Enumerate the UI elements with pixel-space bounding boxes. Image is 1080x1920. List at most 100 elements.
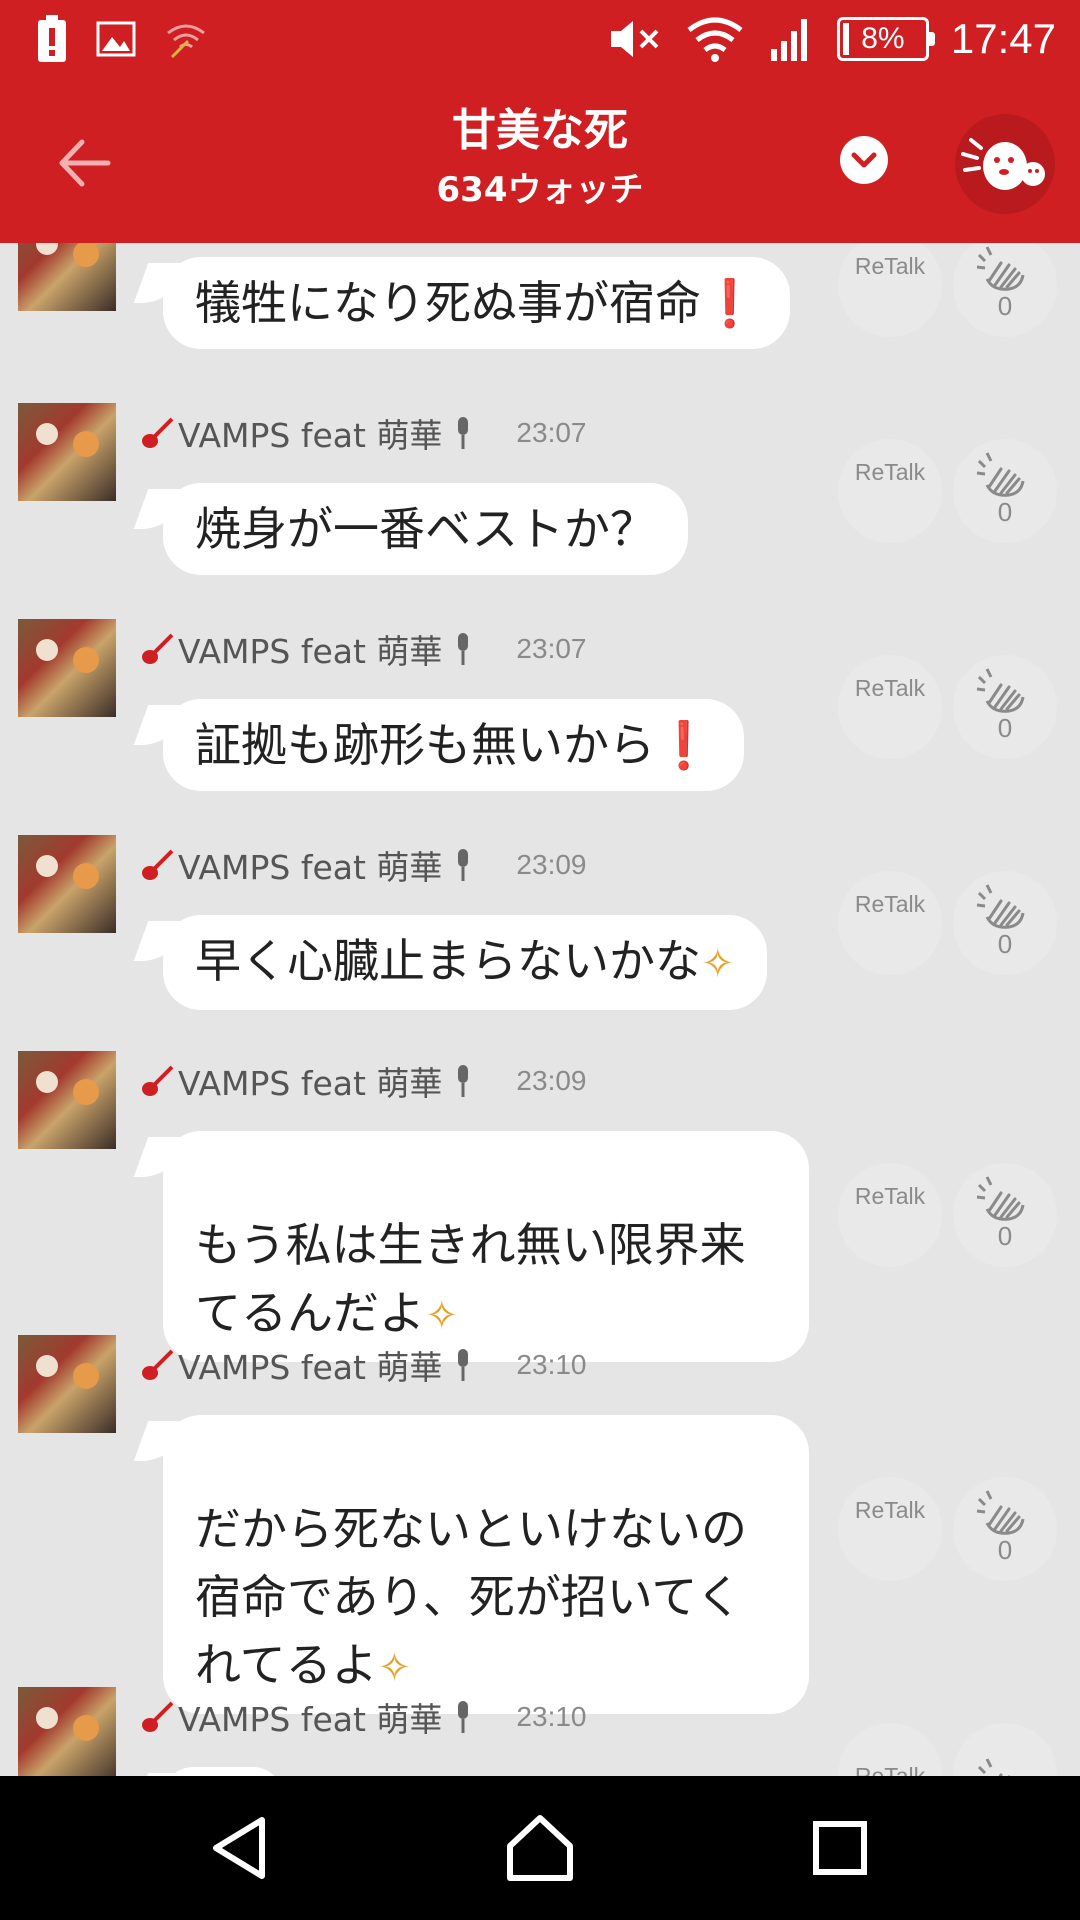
- chevron-down-icon: [851, 152, 877, 168]
- clap-count: 0: [997, 713, 1013, 743]
- microphone-icon: [458, 1349, 469, 1381]
- message-time: 23:10: [516, 1701, 587, 1732]
- page-title: 甘美な死: [452, 105, 628, 156]
- retalk-button[interactable]: ReTalk: [838, 1723, 942, 1776]
- nav-recents-icon: [813, 1821, 867, 1875]
- mascot-icon: [961, 138, 1045, 190]
- message-text: 犠牲になり死ぬ事が宿命: [195, 276, 701, 330]
- user-name[interactable]: VAMPS feat 萌華: [178, 1693, 442, 1741]
- retalk-button[interactable]: ReTalk: [838, 1163, 942, 1267]
- mascot-button[interactable]: [955, 114, 1055, 214]
- message-bubble[interactable]: 早く心臓止まらないかな✧: [163, 915, 767, 1010]
- wifi-icon: [687, 17, 743, 62]
- clap-button[interactable]: 0: [953, 655, 1057, 759]
- clapping-hands-icon: [976, 884, 1025, 929]
- retalk-label: ReTalk: [854, 253, 926, 279]
- message-text: 早く心臓止まらないかな: [195, 934, 701, 988]
- clock: 17:47: [950, 15, 1056, 62]
- message-meta: VAMPS feat 萌華 23:07: [140, 627, 587, 671]
- guitar-icon: [142, 1701, 174, 1732]
- message-bubble[interactable]: もう私は生きれ無い限界来 てるんだよ✧: [163, 1131, 809, 1362]
- clap-button[interactable]: 0: [953, 1477, 1057, 1581]
- clap-button[interactable]: 0: [953, 439, 1057, 543]
- clapping-hands-icon: [976, 452, 1025, 497]
- nav-recents-button[interactable]: [800, 1808, 880, 1888]
- message-time: 23:09: [516, 1065, 587, 1096]
- clap-button[interactable]: 0: [953, 1163, 1057, 1267]
- clapping-hands-icon: [977, 1758, 1011, 1776]
- message-text: もう私は生きれ無い限界来 てるんだよ: [195, 1218, 746, 1340]
- battery-percent: 8%: [861, 22, 905, 55]
- retalk-button[interactable]: ReTalk: [838, 655, 942, 759]
- message-time: 23:10: [516, 1349, 587, 1380]
- retalk-button[interactable]: ReTalk: [838, 243, 942, 337]
- message-time: 23:09: [516, 849, 587, 880]
- nav-home-button[interactable]: [500, 1808, 580, 1888]
- dropdown-button[interactable]: [840, 136, 888, 184]
- message-bubble[interactable]: 証拠も跡形も無いから❗: [163, 699, 745, 791]
- clapping-hands-icon: [976, 246, 1025, 291]
- avatar[interactable]: [18, 835, 116, 933]
- microphone-icon: [458, 417, 469, 449]
- user-name[interactable]: VAMPS feat 萌華: [178, 1057, 442, 1105]
- avatar[interactable]: [18, 1051, 116, 1149]
- watch-count: 634ウォッチ: [436, 170, 644, 210]
- clap-count: 0: [997, 291, 1013, 321]
- exclamation-emoji: ❗: [655, 718, 713, 772]
- sparkle-emoji: ✧: [377, 1645, 412, 1691]
- navigation-bar: [0, 1776, 1080, 1920]
- avatar[interactable]: [18, 403, 116, 501]
- battery-alert-icon: [38, 15, 66, 62]
- user-name[interactable]: VAMPS feat 萌華: [178, 841, 442, 889]
- status-right-icons: 8% 17:47: [607, 0, 1056, 78]
- status-left-icons: [36, 12, 208, 66]
- clap-count: 0: [997, 497, 1013, 527]
- avatar[interactable]: [18, 619, 116, 717]
- retalk-label: ReTalk: [854, 1763, 926, 1776]
- message-text: だから死ないといけないの 宿命であり、死が招いてく れてるよ: [195, 1502, 747, 1692]
- retalk-button[interactable]: ReTalk: [838, 1477, 942, 1581]
- message-meta: VAMPS feat 萌華 23:09: [140, 1059, 587, 1103]
- signal-icon: [770, 19, 807, 61]
- user-name[interactable]: VAMPS feat 萌華: [178, 409, 442, 457]
- clapping-hands-icon: [976, 668, 1025, 713]
- clap-button[interactable]: 0: [953, 243, 1057, 337]
- exclamation-emoji: ❗: [701, 276, 759, 330]
- message-bubble[interactable]: だから死ないといけないの 宿命であり、死が招いてく れてるよ✧: [163, 1415, 809, 1714]
- retalk-button[interactable]: ReTalk: [838, 439, 942, 543]
- clap-button[interactable]: 0: [953, 871, 1057, 975]
- nav-back-icon: [213, 1817, 265, 1879]
- avatar[interactable]: [18, 243, 116, 311]
- retalk-label: ReTalk: [854, 1183, 926, 1209]
- message-text: 証拠も跡形も無いから: [195, 718, 655, 772]
- mute-icon: [610, 21, 659, 57]
- nav-home-icon: [507, 1815, 573, 1881]
- guitar-icon: [142, 1349, 174, 1380]
- microphone-icon: [458, 849, 469, 881]
- avatar[interactable]: [18, 1687, 116, 1776]
- guitar-icon: [142, 417, 174, 448]
- message-meta: VAMPS feat 萌華 23:07: [140, 411, 587, 455]
- clap-count: 0: [997, 929, 1013, 959]
- wifi-off-icon: [167, 24, 205, 59]
- clap-button[interactable]: [953, 1723, 1057, 1776]
- battery-indicator: 8%: [836, 17, 935, 61]
- retalk-label: ReTalk: [854, 459, 926, 485]
- message-bubble[interactable]: 犠牲になり死ぬ事が宿命❗: [163, 257, 791, 349]
- guitar-icon: [142, 1065, 174, 1096]
- chat-timeline[interactable]: 犠牲になり死ぬ事が宿命❗ ReTalk 0 VAMPS feat 萌華 23:0…: [0, 243, 1080, 1776]
- avatar[interactable]: [18, 1335, 116, 1433]
- guitar-icon: [142, 633, 174, 664]
- clapping-hands-icon: [976, 1490, 1025, 1535]
- user-name[interactable]: VAMPS feat 萌華: [178, 1341, 442, 1389]
- sparkle-emoji: ✧: [701, 941, 735, 987]
- status-bar: 8% 17:47: [0, 0, 1080, 78]
- retalk-button[interactable]: ReTalk: [838, 871, 942, 975]
- message-bubble[interactable]: [163, 1767, 283, 1776]
- nav-back-button[interactable]: [200, 1808, 280, 1888]
- guitar-icon: [142, 849, 174, 880]
- message-bubble[interactable]: 焼身が一番ベストか？: [163, 483, 688, 575]
- user-name[interactable]: VAMPS feat 萌華: [178, 625, 442, 673]
- clap-count: 0: [997, 1221, 1013, 1251]
- image-icon: [96, 21, 136, 57]
